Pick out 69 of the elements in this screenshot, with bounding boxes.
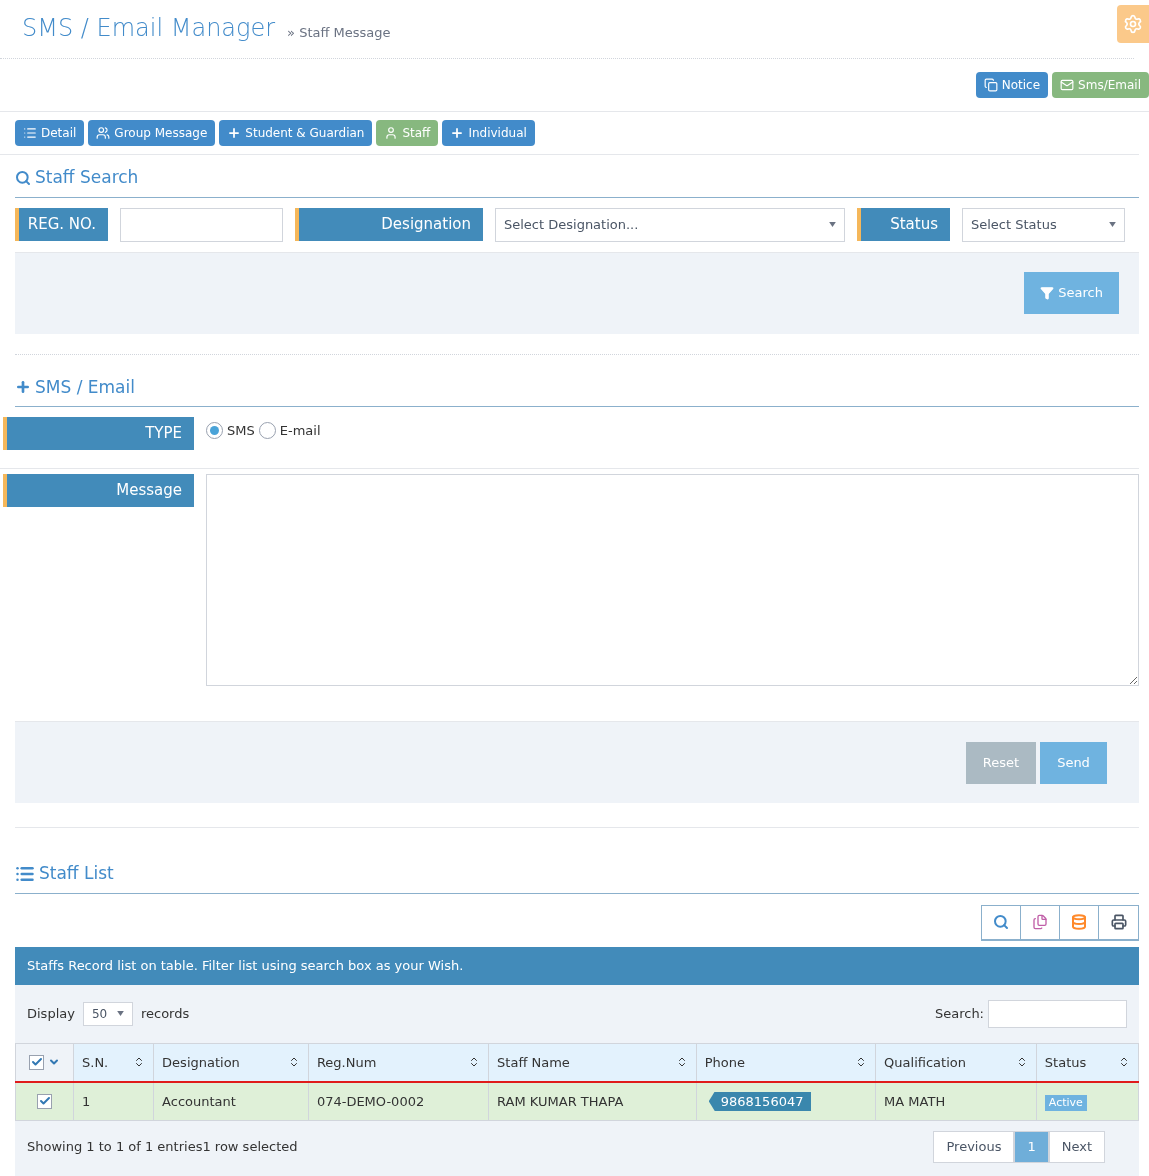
tab[interactable]: Student & Guardian	[219, 120, 373, 146]
page-size-select[interactable]: 50	[82, 1001, 133, 1026]
field-label: Message	[3, 474, 194, 507]
plus-icon	[15, 379, 31, 396]
table-search-field[interactable]	[988, 999, 1127, 1028]
field-label: Status	[857, 208, 950, 241]
radio-label: E-mail	[279, 422, 321, 440]
print-icon	[1110, 914, 1127, 930]
settings-icon	[1123, 14, 1143, 34]
list-icon	[23, 126, 37, 140]
search-icon	[15, 169, 31, 186]
checkbox[interactable]	[37, 1093, 52, 1109]
table-banner: Staffs Record list on table. Filter list using search box as your Wish.	[15, 946, 1139, 985]
section-title: Staff List	[39, 862, 114, 885]
envelope-icon	[1060, 78, 1075, 92]
display-label: Display	[27, 1004, 75, 1023]
table-cell: 074-DEMO-0002	[316, 1093, 425, 1109]
column-header[interactable]: S.N.	[73, 1043, 154, 1082]
page-title: SMS / Email Manager	[22, 13, 276, 44]
column-header[interactable]: Designation	[153, 1043, 309, 1082]
table-cell: Accountant	[162, 1093, 236, 1109]
tab[interactable]: Individual	[442, 120, 535, 146]
column-header[interactable]: Status	[1036, 1043, 1139, 1082]
checkbox[interactable]	[29, 1054, 44, 1070]
sort-icon	[1118, 1056, 1130, 1069]
breadcrumb: » Staff Message	[287, 23, 391, 42]
records-label: records	[140, 1004, 190, 1023]
column-header[interactable]: Reg.Num	[308, 1043, 489, 1082]
table-cell: 1	[82, 1093, 91, 1109]
phone-tag: 9868156047	[708, 1091, 812, 1111]
search-label: Search:	[934, 1004, 984, 1023]
caret-icon	[116, 1011, 124, 1016]
tab[interactable]: Group Message	[88, 120, 216, 146]
table-cell: RAM KUMAR THAPA	[497, 1093, 624, 1109]
column-header[interactable]: Staff Name	[488, 1043, 697, 1082]
designation-select[interactable]: Select Designation...	[495, 207, 845, 242]
copy-icon	[1032, 914, 1048, 930]
reg-no-field[interactable]	[120, 207, 283, 242]
table-row[interactable]: 1 Accountant 074-DEMO-0002 RAM KUMAR THAPA 9868156047 MA MATH Active	[15, 1082, 1139, 1120]
field-label: Designation	[295, 208, 483, 241]
section-title: SMS / Email	[35, 375, 135, 399]
plus-icon	[450, 126, 465, 140]
pagination-button[interactable]: Previous	[933, 1130, 1015, 1163]
section-title: Staff Search	[35, 166, 139, 189]
field-label: TYPE	[3, 417, 194, 450]
message-field[interactable]	[206, 474, 1139, 686]
table-cell: MA MATH	[884, 1093, 946, 1109]
database-icon	[1071, 914, 1087, 930]
radio-button[interactable]	[206, 422, 223, 440]
caret-icon	[829, 222, 836, 227]
filter-icon	[1040, 286, 1055, 300]
users-icon	[96, 126, 111, 140]
field-label: REG. NO.	[15, 208, 108, 241]
column-header[interactable]: Qualification	[875, 1043, 1037, 1082]
radio-button[interactable]	[258, 422, 276, 440]
pagination-button[interactable]: Next	[1048, 1130, 1105, 1163]
status-select[interactable]: Select Status	[962, 207, 1125, 242]
status-badge: Active	[1044, 1094, 1087, 1111]
column-header[interactable]: Phone	[696, 1043, 876, 1082]
copy-icon	[983, 78, 998, 92]
user-icon	[384, 126, 399, 140]
header-button[interactable]: Notice	[975, 72, 1049, 98]
radio-label: SMS	[227, 422, 255, 440]
search-icon	[993, 914, 1009, 930]
tab[interactable]: Detail	[15, 120, 85, 146]
caret-icon	[1109, 222, 1116, 227]
settings-button[interactable]	[1117, 5, 1149, 43]
plus-icon	[227, 126, 242, 140]
table-info: Showing 1 to 1 of 1 entries1 row selected	[27, 1137, 298, 1156]
